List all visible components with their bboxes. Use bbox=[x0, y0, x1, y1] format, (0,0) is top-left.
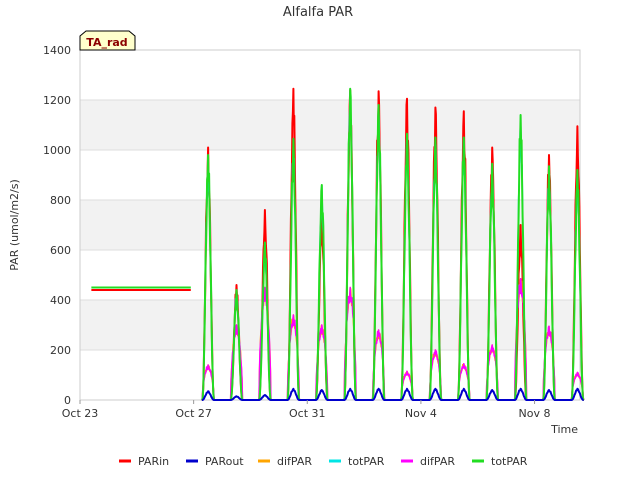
grid-band bbox=[80, 300, 580, 350]
legend-label: totPAR bbox=[491, 455, 528, 468]
legend-label: PARin bbox=[138, 455, 169, 468]
grid-band bbox=[80, 200, 580, 250]
legend-label: totPAR bbox=[348, 455, 385, 468]
x-tick-label: Oct 31 bbox=[289, 407, 326, 420]
legend-label: difPAR bbox=[420, 455, 455, 468]
par-chart: 0 200 400 600 800 1000 1200 1400 Oct 23 Oct 27 Oc… bbox=[0, 0, 640, 480]
ta-rad-badge: TA_rad bbox=[79, 30, 136, 51]
y-tick-label: 1200 bbox=[43, 94, 71, 107]
y-tick-label: 1000 bbox=[43, 144, 71, 157]
y-tick-label: 800 bbox=[50, 194, 71, 207]
y-tick-label: 600 bbox=[50, 244, 71, 257]
grid-band bbox=[80, 100, 580, 150]
y-axis-label: PAR (umol/m2/s) bbox=[8, 179, 21, 271]
grid-bands bbox=[80, 100, 580, 350]
x-axis-label: Time bbox=[550, 423, 578, 436]
legend-label: difPAR bbox=[277, 455, 312, 468]
x-tick-label: Nov 8 bbox=[519, 407, 551, 420]
x-tick-label: Nov 4 bbox=[405, 407, 437, 420]
chart-title: Alfalfa PAR bbox=[283, 5, 353, 20]
x-tick-label: Oct 27 bbox=[175, 407, 212, 420]
y-tick-label: 0 bbox=[64, 394, 71, 407]
y-tick-label: 1400 bbox=[43, 44, 71, 57]
y-tick-label: 400 bbox=[50, 294, 71, 307]
x-tick-label: Oct 23 bbox=[62, 407, 99, 420]
legend-label: PARout bbox=[205, 455, 244, 468]
y-tick-label: 200 bbox=[50, 344, 71, 357]
badge-label: TA_rad bbox=[86, 36, 127, 49]
